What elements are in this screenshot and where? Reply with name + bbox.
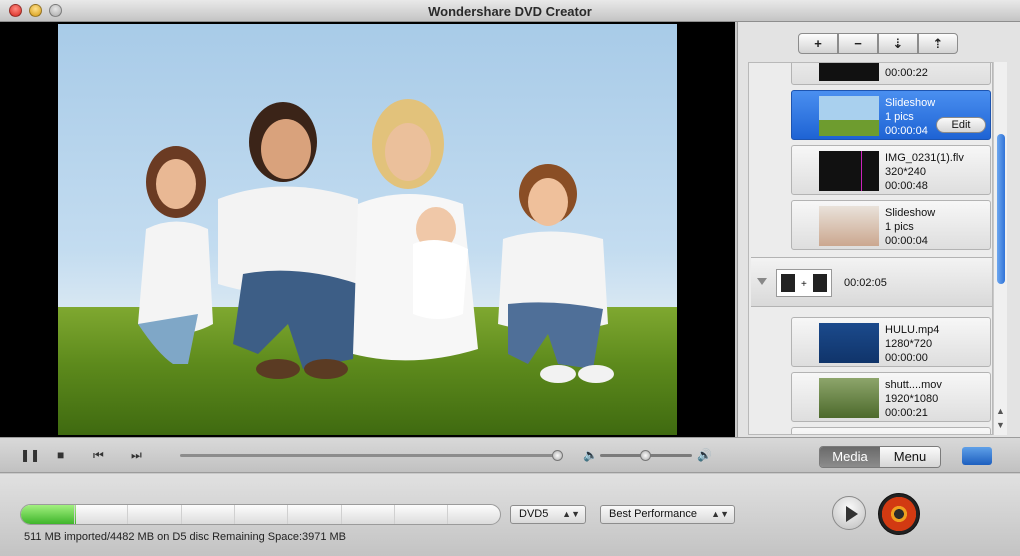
seek-knob[interactable] [552,450,563,461]
item-title: IMG_0231(1).flv [885,152,964,164]
media-list-scrollbar[interactable]: ▲ ▼ [993,62,1007,435]
scroll-up-arrow-icon[interactable]: ▲ [996,406,1005,416]
list-item[interactable]: Slideshow 1 pics 00:00:04 [791,200,991,250]
item-meta: Slideshow 1 pics 00:00:04 [885,96,935,138]
edit-button[interactable]: Edit [936,117,986,133]
item-detail: 1 pics [885,221,914,233]
video-preview[interactable] [0,22,735,437]
list-item[interactable]: 00:00:22 [791,63,991,85]
item-duration: 00:00:22 [885,67,928,79]
disc-type-value: DVD5 [519,508,549,520]
media-list[interactable]: 00:00:22 Slideshow 1 pics 00:00:04 Edit … [748,62,993,435]
remove-button[interactable]: − [838,33,878,54]
scroll-thumb[interactable] [997,134,1005,284]
tab-menu[interactable]: Menu [880,447,940,467]
list-item-selected[interactable]: Slideshow 1 pics 00:00:04 Edit [791,90,991,140]
item-detail: 1920*1080 [885,393,939,405]
burn-disc-button[interactable] [878,493,920,535]
disclosure-triangle-icon[interactable] [757,278,767,285]
item-duration: 00:00:04 [885,235,928,247]
media-panel: + − ⇣ ⇡ 00:00:22 Slideshow 1 pics 00:00:… [737,22,1020,437]
video-thumbnail [819,63,879,81]
list-item[interactable] [791,427,991,434]
item-meta: HULU.mp4 1280*720 00:00:00 [885,323,939,365]
video-thumbnail [819,378,879,418]
move-down-button[interactable]: ⇣ [878,33,918,54]
burn-bar: DVD5 ▲▼ Best Performance ▲▼ 511 MB impor… [0,474,1020,556]
group-duration: 00:02:05 [844,277,887,289]
item-meta: Slideshow 1 pics 00:00:04 [885,206,935,248]
item-title: HULU.mp4 [885,324,940,336]
item-duration: 00:00:48 [885,180,928,192]
app-window: Wondershare DVD Creator + − ⇣ ⇡ 00:00:22… [0,0,1020,556]
volume-low-icon: 🔈 [583,448,598,462]
family-photo-figures [138,99,614,383]
volume-knob[interactable] [640,450,651,461]
item-title: Slideshow [885,207,936,219]
item-duration: 00:00:21 [885,407,928,419]
item-detail: 320*240 [885,166,926,178]
playback-bar: ❚❚ ■ ⏮ ⏭ 🔈 🔊 Media Menu [0,437,1020,473]
list-item[interactable]: HULU.mp4 1280*720 00:00:00 [791,317,991,367]
list-item[interactable]: shutt....mov 1920*1080 00:00:21 [791,372,991,422]
video-thumbnail [819,151,879,191]
item-duration: 00:00:04 [885,125,928,137]
preview-image [58,24,677,435]
quality-value: Best Performance [609,508,698,520]
play-icon [846,506,858,522]
window-title: Wondershare DVD Creator [428,4,592,19]
item-duration: 00:00:00 [885,352,928,364]
disc-usage-progress [20,504,501,525]
preview-play-button[interactable] [832,496,866,530]
view-switch: Media Menu [819,446,941,468]
video-thumbnail [819,323,879,363]
settings-icon[interactable] [962,447,992,465]
slideshow-thumbnail [819,206,879,246]
disc-usage-fill [21,505,76,524]
item-title: shutt....mov [885,379,942,391]
item-meta: shutt....mov 1920*1080 00:00:21 [885,378,942,420]
item-title: Slideshow [885,97,936,109]
film-transition-icon: + [776,269,832,297]
quality-select[interactable]: Best Performance ▲▼ [600,505,735,524]
item-meta: IMG_0231(1).flv 320*240 00:00:48 [885,151,964,193]
slideshow-thumbnail [819,96,879,136]
chevron-updown-icon: ▲▼ [562,509,580,519]
item-detail: 1 pics [885,111,914,123]
next-icon[interactable]: ⏭ [131,448,142,463]
add-button[interactable]: + [798,33,838,54]
volume-slider[interactable] [600,450,692,461]
disc-type-select[interactable]: DVD5 ▲▼ [510,505,586,524]
item-detail: 1280*720 [885,338,933,350]
previous-icon[interactable]: ⏮ [93,448,104,463]
tab-media[interactable]: Media [820,447,880,467]
volume-high-icon: 🔊 [697,448,712,462]
scroll-down-arrow-icon[interactable]: ▼ [996,420,1005,430]
list-item[interactable]: IMG_0231(1).flv 320*240 00:00:48 [791,145,991,195]
title-bar: Wondershare DVD Creator [0,0,1020,22]
stop-icon[interactable]: ■ [57,448,64,462]
disc-status-text: 511 MB imported/4482 MB on D5 disc Remai… [24,531,347,543]
chevron-updown-icon: ▲▼ [711,509,729,519]
title-group-row[interactable]: + 00:02:05 [751,257,992,307]
pause-icon[interactable]: ❚❚ [20,448,40,462]
seek-slider[interactable] [180,450,563,461]
media-toolbar: + − ⇣ ⇡ [798,33,958,54]
move-up-button[interactable]: ⇡ [918,33,958,54]
